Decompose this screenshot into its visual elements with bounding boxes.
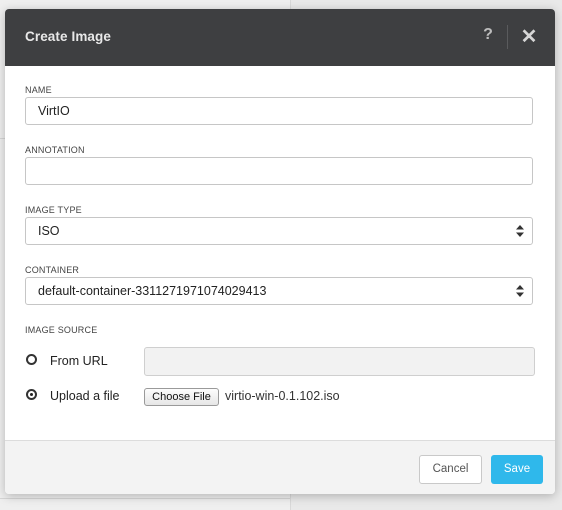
container-label: CONTAINER xyxy=(25,265,80,275)
background-divider xyxy=(0,498,290,499)
image-source-label: IMAGE SOURCE xyxy=(25,325,98,335)
name-label: NAME xyxy=(25,85,52,95)
cancel-button[interactable]: Cancel xyxy=(419,455,482,484)
select-arrows-icon xyxy=(516,285,524,297)
choose-file-button[interactable]: Choose File xyxy=(144,388,219,406)
dialog-body: NAME VirtIO ANNOTATION IMAGE TYPE ISO CO… xyxy=(5,66,555,440)
save-button[interactable]: Save xyxy=(491,455,543,484)
name-input[interactable]: VirtIO xyxy=(25,97,533,125)
dialog-header: Create Image ? ✕ xyxy=(5,9,555,66)
create-image-dialog: Create Image ? ✕ NAME VirtIO ANNOTATION … xyxy=(5,9,555,494)
header-divider xyxy=(507,25,508,49)
container-value: default-container-3311271971074029413 xyxy=(38,284,267,298)
upload-file-label[interactable]: Upload a file xyxy=(50,389,120,403)
upload-file-radio[interactable] xyxy=(26,389,37,400)
container-select[interactable]: default-container-3311271971074029413 xyxy=(25,277,533,305)
selected-file-name: virtio-win-0.1.102.iso xyxy=(225,389,340,403)
dialog-title: Create Image xyxy=(25,29,111,44)
from-url-radio[interactable] xyxy=(26,354,37,365)
annotation-input[interactable] xyxy=(25,157,533,185)
annotation-label: ANNOTATION xyxy=(25,145,85,155)
from-url-label[interactable]: From URL xyxy=(50,354,108,368)
close-icon[interactable]: ✕ xyxy=(519,24,539,48)
dialog-footer: Cancel Save xyxy=(5,440,555,494)
help-icon[interactable]: ? xyxy=(479,26,497,48)
image-type-select[interactable]: ISO xyxy=(25,217,533,245)
select-arrows-icon xyxy=(516,225,524,237)
image-type-value: ISO xyxy=(38,224,60,238)
url-input[interactable] xyxy=(144,347,535,376)
image-type-label: IMAGE TYPE xyxy=(25,205,82,215)
